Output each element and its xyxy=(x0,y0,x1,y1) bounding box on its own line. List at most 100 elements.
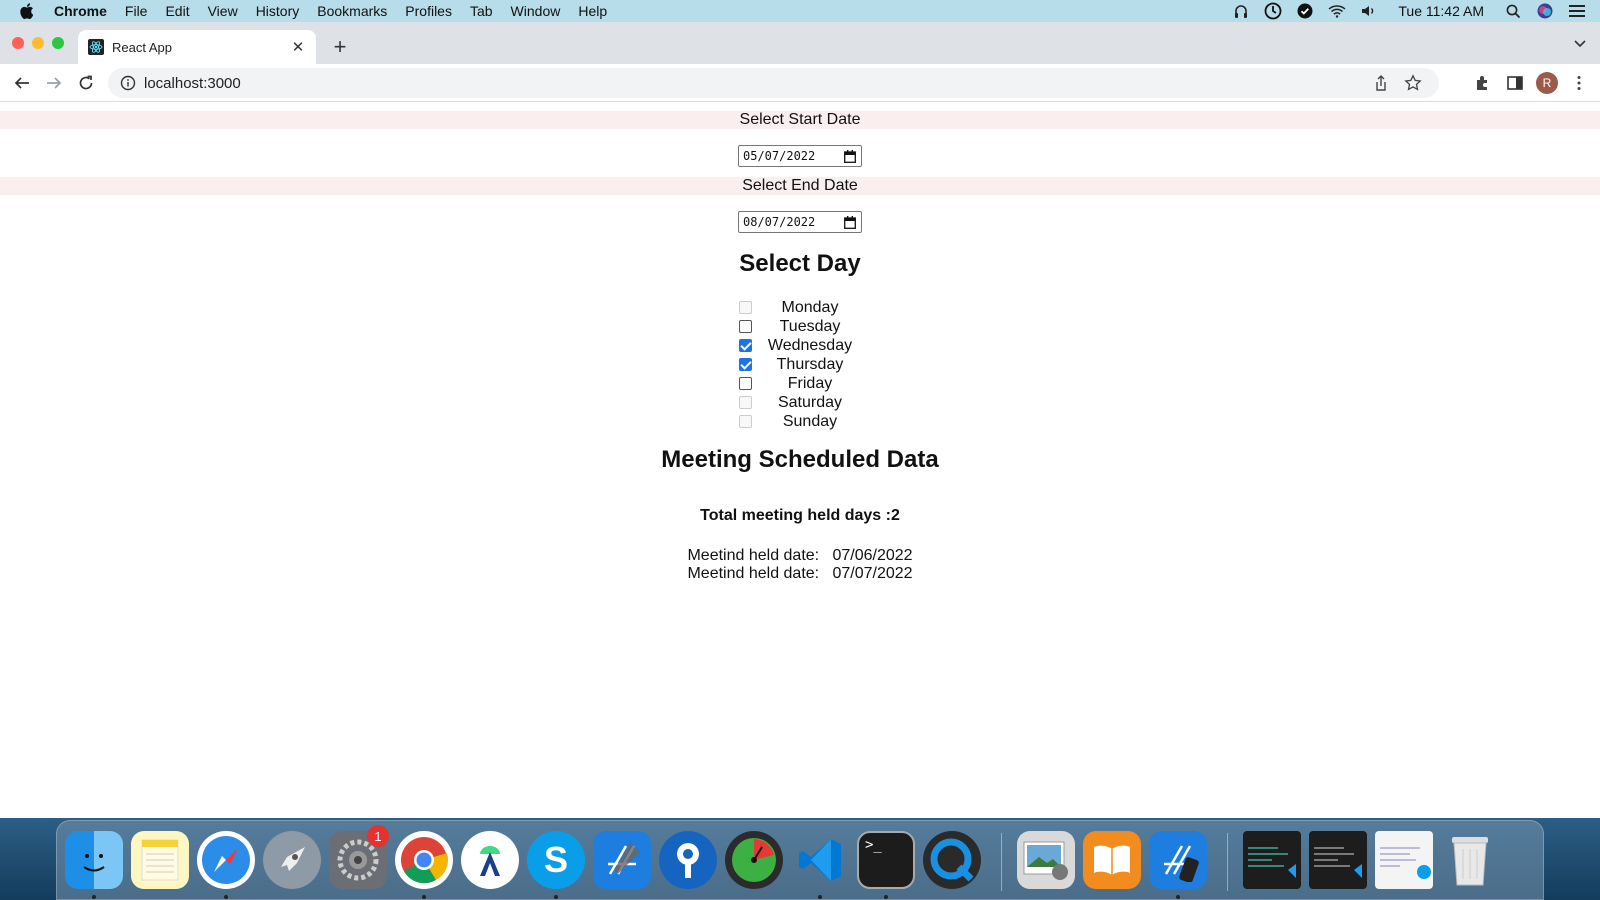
day-row-saturday: Saturday xyxy=(738,393,866,412)
day-label: Monday xyxy=(781,299,839,316)
siri-icon[interactable] xyxy=(1536,2,1554,20)
window-thumbnail-icon[interactable] xyxy=(1309,831,1367,889)
day-label: Thursday xyxy=(776,356,844,373)
xcode-icon[interactable] xyxy=(593,831,651,889)
thursday-checkbox[interactable] xyxy=(739,358,752,371)
select-day-heading: Select Day xyxy=(739,250,861,277)
end-date-input[interactable]: 08/07/2022 xyxy=(738,211,862,233)
meeting-held-row: Meetind held date: 07/06/2022 xyxy=(687,547,913,564)
sunday-checkbox xyxy=(739,415,752,428)
preview-icon[interactable] xyxy=(1017,831,1075,889)
site-info-icon[interactable] xyxy=(120,75,136,91)
check-circle-icon[interactable] xyxy=(1296,2,1314,20)
menu-edit[interactable]: Edit xyxy=(165,3,189,19)
books-icon[interactable] xyxy=(1083,831,1141,889)
sourcetree-icon[interactable] xyxy=(659,831,717,889)
window-thumbnail-icon[interactable] xyxy=(1375,831,1433,889)
calendar-icon[interactable] xyxy=(844,150,856,163)
day-row-friday: Friday xyxy=(738,374,866,393)
meeting-held-row: Meetind held date: 07/07/2022 xyxy=(687,565,913,582)
finder-icon[interactable] xyxy=(65,831,123,889)
new-tab-icon[interactable]: + xyxy=(330,34,350,60)
menu-view[interactable]: View xyxy=(208,3,238,19)
istat-icon[interactable] xyxy=(725,831,783,889)
browser-toolbar: localhost:3000 R xyxy=(0,64,1600,102)
safari-icon[interactable] xyxy=(197,831,255,889)
close-tab-icon[interactable]: ✕ xyxy=(290,38,306,56)
side-panel-icon[interactable] xyxy=(1506,74,1524,92)
back-arrow-icon[interactable] xyxy=(12,73,32,93)
calendar-icon[interactable] xyxy=(844,216,856,229)
quicktime-icon[interactable] xyxy=(923,831,981,889)
friday-checkbox[interactable] xyxy=(739,377,752,390)
day-row-sunday: Sunday xyxy=(738,412,866,431)
profile-avatar[interactable]: R xyxy=(1536,72,1558,94)
day-checkbox-list: Monday Tuesday Wednesday Thursday Friday… xyxy=(738,298,866,431)
tab-title: React App xyxy=(112,39,172,55)
skype-icon[interactable]: S xyxy=(527,831,585,889)
vscode-icon[interactable] xyxy=(791,831,849,889)
terminal-icon[interactable]: >_ xyxy=(857,831,915,889)
bookmark-star-icon[interactable] xyxy=(1404,74,1422,92)
start-date-label: Select Start Date xyxy=(0,111,1600,129)
day-label: Sunday xyxy=(782,413,838,430)
launchpad-icon[interactable] xyxy=(263,831,321,889)
react-favicon-icon xyxy=(88,39,104,55)
menu-bar: Chrome File Edit View History Bookmarks … xyxy=(0,0,1600,22)
tuesday-checkbox[interactable] xyxy=(739,320,752,333)
address-bar[interactable]: localhost:3000 xyxy=(108,68,1439,98)
window-thumbnail-icon[interactable] xyxy=(1243,831,1301,889)
menu-app-name[interactable]: Chrome xyxy=(54,3,107,19)
menu-bookmarks[interactable]: Bookmarks xyxy=(317,3,387,19)
url-text[interactable]: localhost:3000 xyxy=(144,75,241,92)
day-label: Friday xyxy=(787,375,833,392)
saturday-checkbox xyxy=(739,396,752,409)
day-label: Tuesday xyxy=(779,318,841,335)
dock-separator xyxy=(1001,833,1002,891)
menu-tab[interactable]: Tab xyxy=(470,3,493,19)
headphones-icon[interactable] xyxy=(1232,2,1250,20)
spotlight-search-icon[interactable] xyxy=(1504,2,1522,20)
menu-file[interactable]: File xyxy=(125,3,148,19)
day-label: Wednesday xyxy=(767,337,853,354)
extensions-icon[interactable] xyxy=(1474,74,1492,92)
end-date-value[interactable]: 08/07/2022 xyxy=(743,215,815,229)
reload-icon[interactable] xyxy=(76,73,96,93)
start-date-value[interactable]: 05/07/2022 xyxy=(743,149,815,163)
chrome-menu-icon[interactable] xyxy=(1570,74,1588,92)
day-row-tuesday: Tuesday xyxy=(738,317,866,336)
chrome-icon[interactable] xyxy=(395,831,453,889)
forward-arrow-icon[interactable] xyxy=(44,73,64,93)
day-row-monday: Monday xyxy=(738,298,866,317)
volume-icon[interactable] xyxy=(1360,2,1378,20)
control-center-icon[interactable] xyxy=(1568,2,1586,20)
apple-icon[interactable] xyxy=(20,3,36,19)
tab-strip: React App ✕ + xyxy=(0,22,1600,64)
menu-window[interactable]: Window xyxy=(511,3,561,19)
menu-help[interactable]: Help xyxy=(578,3,607,19)
menu-history[interactable]: History xyxy=(256,3,300,19)
day-row-wednesday: Wednesday xyxy=(738,336,866,355)
timer-icon[interactable] xyxy=(1264,2,1282,20)
simulator-icon[interactable] xyxy=(1149,831,1207,889)
total-meeting-days: Total meeting held days :2 xyxy=(700,507,900,524)
share-icon[interactable] xyxy=(1372,74,1390,92)
trash-icon[interactable] xyxy=(1441,831,1499,889)
wifi-icon[interactable] xyxy=(1328,2,1346,20)
end-date-label: Select End Date xyxy=(0,177,1600,195)
start-date-input[interactable]: 05/07/2022 xyxy=(738,145,862,167)
menu-profiles[interactable]: Profiles xyxy=(405,3,452,19)
minimize-window-button[interactable] xyxy=(32,37,44,49)
page-viewport: Select Start Date 05/07/2022 Select End … xyxy=(0,102,1600,818)
dock: 1 S >_ xyxy=(56,820,1544,900)
wednesday-checkbox[interactable] xyxy=(739,339,752,352)
menubar-clock[interactable]: Tue 11:42 AM xyxy=(1398,3,1484,19)
meeting-scheduled-heading: Meeting Scheduled Data xyxy=(661,446,939,473)
notes-icon[interactable] xyxy=(131,831,189,889)
close-window-button[interactable] xyxy=(12,37,24,49)
zoom-window-button[interactable] xyxy=(52,37,64,49)
android-studio-icon[interactable] xyxy=(461,831,519,889)
tab-react-app[interactable]: React App ✕ xyxy=(78,30,316,64)
day-label: Saturday xyxy=(777,394,843,411)
tab-search-chevron-icon[interactable] xyxy=(1572,35,1588,51)
